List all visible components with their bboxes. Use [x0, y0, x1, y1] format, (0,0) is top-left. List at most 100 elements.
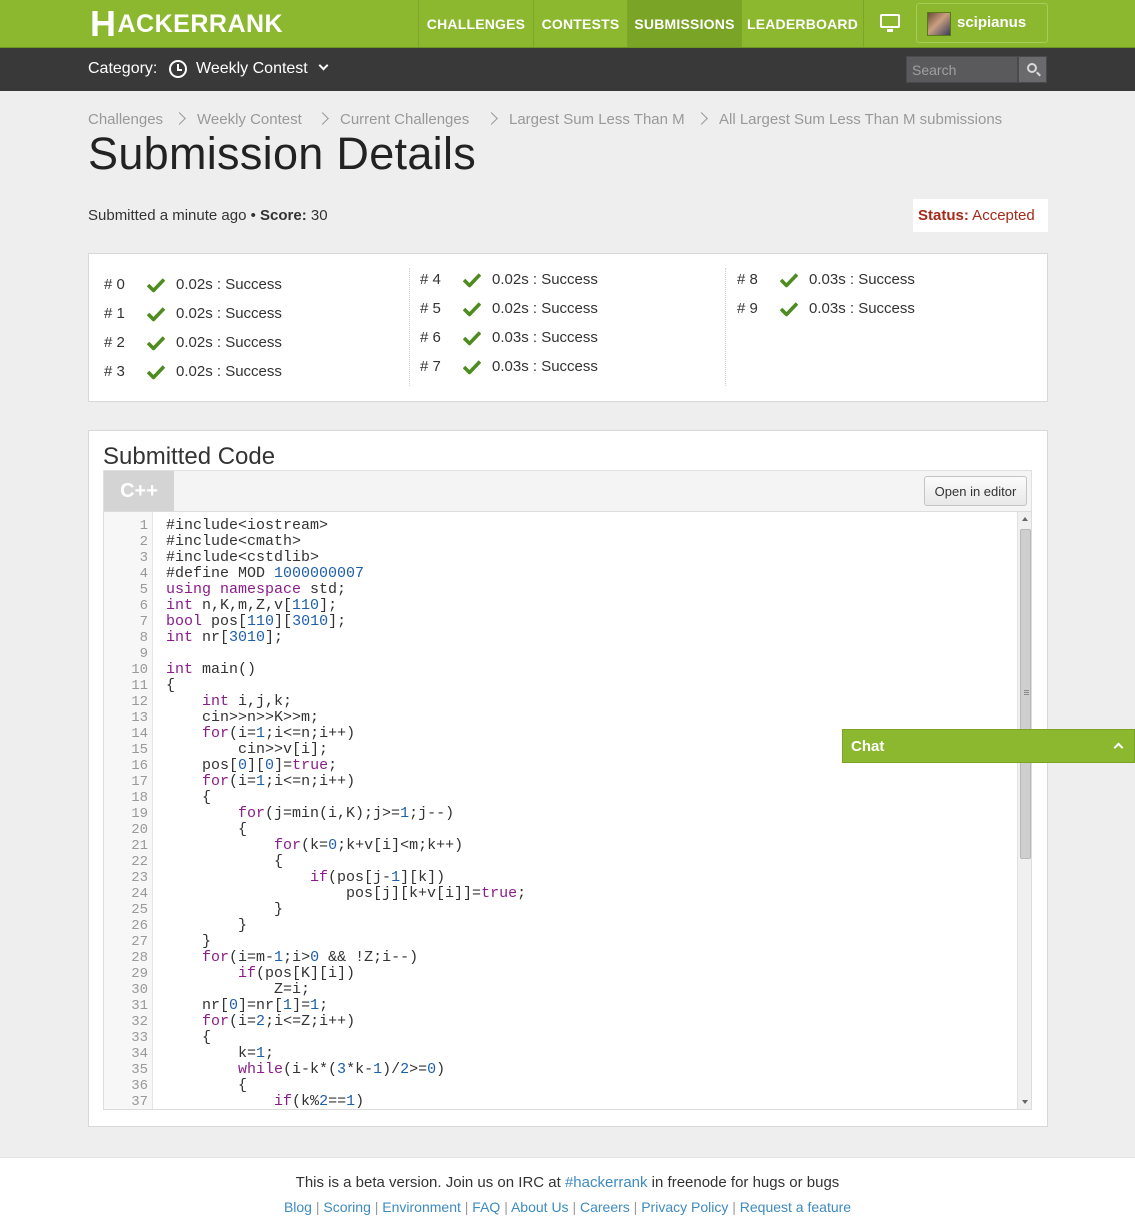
language-tab[interactable]: C++ [104, 471, 174, 512]
code-line: { [166, 789, 212, 806]
category-dropdown[interactable]: Weekly Contest [196, 60, 308, 78]
code-line: while(i-k*(3*k-1)/2>=0) [238, 1061, 446, 1078]
code-line: for(i=1;i<=n;i++) [202, 725, 356, 742]
code-line: #include<cstdlib> [166, 549, 320, 566]
code-line: for(i=2;i<=Z;i++) [202, 1013, 356, 1030]
test-case-result: 0.02s : Success [176, 334, 282, 351]
check-icon [146, 364, 166, 380]
code-line: if(pos[j-1][k]) [310, 869, 446, 886]
test-case-number: # 9 [737, 300, 758, 317]
status-label: Status: [918, 207, 969, 224]
breadcrumb-separator-icon [316, 112, 329, 125]
breadcrumb-separator-icon [695, 112, 708, 125]
line-number: 23 [131, 870, 148, 886]
code-line: for(i=m-1;i>0 && !Z;i--) [202, 949, 419, 966]
chevron-up-icon[interactable] [1113, 742, 1124, 753]
nav-challenges[interactable]: CHALLENGES [419, 0, 533, 47]
search-input[interactable] [906, 56, 1018, 83]
line-number: 30 [131, 982, 148, 998]
line-number: 11 [131, 678, 148, 694]
check-icon [146, 277, 166, 293]
code-heading: Submitted Code [103, 443, 276, 470]
user-menu[interactable]: scipianus [916, 3, 1048, 43]
footer-link[interactable]: About Us [511, 1199, 569, 1215]
line-number: 19 [131, 806, 148, 822]
code-line: #include<cmath> [166, 533, 302, 550]
line-number: 9 [139, 646, 148, 662]
nav-contests[interactable]: CONTESTS [534, 0, 627, 47]
test-case-number: # 7 [420, 358, 441, 375]
line-number: 32 [131, 1014, 148, 1030]
code-line: Z=i; [166, 981, 311, 998]
breadcrumb-separator-icon [485, 112, 498, 125]
search-button[interactable] [1018, 56, 1047, 83]
test-case-number: # 1 [104, 305, 125, 322]
breadcrumb-challenges[interactable]: Challenges [88, 111, 163, 128]
line-number: 28 [131, 950, 148, 966]
scrollbar-thumb[interactable] [1020, 529, 1031, 859]
category-bar: Category: Weekly Contest [0, 48, 1135, 91]
irc-link[interactable]: #hackerrank [565, 1174, 648, 1191]
line-number: 35 [131, 1062, 148, 1078]
grip-line [1024, 694, 1029, 695]
line-number: 3 [139, 550, 148, 566]
footer-link[interactable]: Privacy Policy [641, 1199, 728, 1215]
test-case-number: # 4 [420, 271, 441, 288]
code-line: { [166, 677, 176, 694]
code-line: } [166, 933, 212, 950]
check-icon [146, 335, 166, 351]
grip-line [1024, 692, 1029, 693]
footer-link[interactable]: Blog [284, 1199, 312, 1215]
category-label: Category: [88, 60, 158, 77]
footer-separator: | [370, 1199, 383, 1215]
line-number: 6 [139, 598, 148, 614]
code-viewer[interactable]: 1 #include<iostream> 2 #include<cmath> 3 #inc… [103, 511, 1032, 1110]
code-line: bool pos[110][3010]; [166, 613, 347, 630]
code-line: int nr[3010]; [166, 629, 284, 646]
line-number: 21 [131, 838, 148, 854]
chat-bar[interactable]: Chat [842, 729, 1135, 763]
test-case-result: 0.02s : Success [176, 276, 282, 293]
code-line: if(pos[K][i]) [238, 965, 356, 982]
submitted-time: Submitted a minute ago [88, 207, 247, 224]
username: scipianus [957, 14, 1027, 31]
line-number: 20 [131, 822, 148, 838]
monitor-icon[interactable] [880, 14, 900, 32]
test-case-result: 0.02s : Success [176, 305, 282, 322]
column-divider [725, 268, 726, 386]
line-number: 14 [131, 726, 148, 742]
code-scrollbar[interactable] [1017, 512, 1031, 1109]
line-number: 34 [131, 1046, 148, 1062]
code-line: { [166, 853, 284, 870]
chevron-down-icon[interactable] [318, 60, 329, 71]
column-divider [409, 268, 410, 386]
score-value: 30 [306, 207, 328, 224]
footer: This is a beta version. Join us on IRC a… [0, 1157, 1135, 1232]
open-in-editor-button[interactable]: Open in editor [924, 476, 1027, 506]
score-label: Score: [260, 207, 307, 224]
footer-link[interactable]: Request a feature [740, 1199, 851, 1215]
nav-leaderboard[interactable]: LEADERBOARD [742, 0, 863, 47]
test-case-result: 0.02s : Success [492, 300, 598, 317]
hackerrank-logo[interactable]: H ACKERRANK [90, 6, 283, 42]
page-title: Submission Details [88, 128, 477, 179]
code-line: for(j=min(i,K);j>=1;j--) [238, 805, 455, 822]
line-number: 17 [131, 774, 148, 790]
breadcrumb-all-submissions[interactable]: All Largest Sum Less Than M submissions [719, 111, 1002, 128]
meta-bullet: • [246, 207, 261, 224]
line-number: 2 [139, 534, 148, 550]
footer-link[interactable]: Scoring [323, 1199, 370, 1215]
line-number: 31 [131, 998, 148, 1014]
code-line: using namespace std; [166, 581, 347, 598]
check-icon [462, 359, 482, 375]
footer-link[interactable]: Careers [580, 1199, 630, 1215]
breadcrumb-weekly-contest[interactable]: Weekly Contest [197, 111, 302, 128]
footer-link[interactable]: Environment [382, 1199, 461, 1215]
code-line: for(i=1;i<=n;i++) [202, 773, 356, 790]
breadcrumb-current-challenges[interactable]: Current Challenges [340, 111, 469, 128]
nav-submissions[interactable]: SUBMISSIONS [628, 0, 741, 47]
breadcrumb-challenge[interactable]: Largest Sum Less Than M [509, 111, 685, 128]
scroll-down-icon[interactable] [1022, 1100, 1028, 1104]
footer-link[interactable]: FAQ [472, 1199, 500, 1215]
scroll-up-icon[interactable] [1022, 517, 1028, 521]
